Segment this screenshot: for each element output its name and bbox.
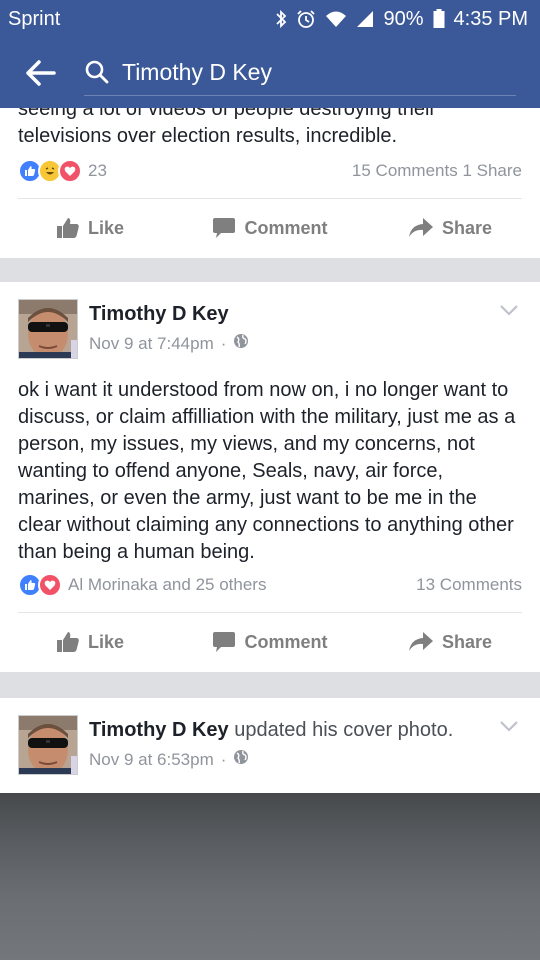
share-button[interactable]: Share — [360, 631, 540, 653]
status-bar: Sprint 90% 4:35 PM — [0, 0, 540, 38]
chevron-down-icon[interactable] — [498, 299, 520, 321]
cover-photo[interactable] — [0, 793, 540, 960]
comment-button[interactable]: Comment — [180, 631, 360, 653]
battery-percent: 90% — [383, 7, 424, 30]
search-query: Timothy D Key — [122, 59, 272, 85]
search-header: Timothy D Key — [0, 38, 540, 108]
post-card: seeing a lot of videos of people destroy… — [0, 108, 540, 258]
bluetooth-icon — [275, 9, 287, 29]
post-text: seeing a lot of videos of people destroy… — [18, 108, 437, 147]
globe-icon — [233, 749, 249, 770]
share-arrow-icon — [408, 217, 434, 239]
love-reaction-icon — [58, 159, 82, 183]
separator-dot: · — [220, 333, 227, 353]
like-label: Like — [87, 631, 125, 652]
separator-dot: · — [220, 749, 227, 769]
thumbs-up-icon — [56, 217, 80, 239]
author-name-text: Timothy D Key — [89, 303, 229, 325]
avatar[interactable] — [18, 715, 78, 775]
chevron-down-icon[interactable] — [498, 715, 520, 737]
comment-bubble-icon — [212, 631, 236, 653]
post-meta: Nov 9 at 6:53pm · — [89, 749, 249, 770]
author-name-text: Timothy D Key — [89, 719, 229, 741]
signal-icon — [356, 10, 374, 28]
post-meta: Nov 9 at 7:44pm · — [89, 333, 249, 354]
comments-shares-count[interactable]: 15 Comments 1 Share — [352, 161, 522, 181]
comment-label: Comment — [244, 217, 328, 238]
post-header: Timothy D Key updated his cover photo. N… — [18, 715, 522, 777]
comments-count[interactable]: 13 Comments — [416, 575, 522, 595]
post-action-text: updated his cover photo. — [234, 719, 454, 741]
post-actions: Like Comment Share — [0, 612, 540, 672]
comment-bubble-icon — [212, 217, 236, 239]
share-label: Share — [441, 631, 493, 652]
post-card: Timothy D Key Nov 9 at 7:44pm · ok i wan… — [0, 282, 540, 672]
carrier-label: Sprint — [8, 7, 61, 30]
reactions-by: Al Morinaka and 25 others — [68, 575, 267, 594]
comment-label: Comment — [244, 631, 328, 652]
globe-icon — [233, 333, 249, 354]
post-header: Timothy D Key Nov 9 at 7:44pm · — [18, 299, 522, 361]
thumbs-up-icon — [56, 631, 80, 653]
wifi-icon — [325, 10, 347, 28]
author-name[interactable]: Timothy D Key — [89, 303, 229, 326]
reaction-count: 23 — [88, 161, 107, 180]
share-label: Share — [441, 217, 493, 238]
like-label: Like — [87, 217, 125, 238]
search-input[interactable]: Timothy D Key — [84, 50, 516, 96]
search-icon — [84, 59, 112, 87]
back-arrow-icon[interactable] — [24, 56, 58, 90]
clock-time: 4:35 PM — [453, 7, 528, 30]
love-reaction-icon — [38, 573, 62, 597]
post-text: ok i want it understood from now on, i n… — [18, 379, 516, 563]
share-button[interactable]: Share — [360, 217, 540, 239]
comment-button[interactable]: Comment — [180, 217, 360, 239]
post-card: Timothy D Key updated his cover photo. N… — [0, 698, 540, 960]
reactions-summary[interactable]: 23 15 Comments 1 Share — [18, 158, 522, 184]
share-arrow-icon — [408, 631, 434, 653]
post-timestamp[interactable]: Nov 9 at 6:53pm — [89, 750, 214, 770]
reactions-summary[interactable]: Al Morinaka and 25 others 13 Comments — [18, 572, 522, 598]
like-button[interactable]: Like — [0, 217, 180, 239]
avatar[interactable] — [18, 299, 78, 359]
author-name[interactable]: Timothy D Key updated his cover photo. — [89, 719, 453, 742]
post-actions: Like Comment Share — [0, 198, 540, 258]
post-timestamp[interactable]: Nov 9 at 7:44pm — [89, 334, 214, 354]
battery-icon — [433, 9, 445, 29]
alarm-icon — [296, 9, 316, 29]
like-button[interactable]: Like — [0, 631, 180, 653]
